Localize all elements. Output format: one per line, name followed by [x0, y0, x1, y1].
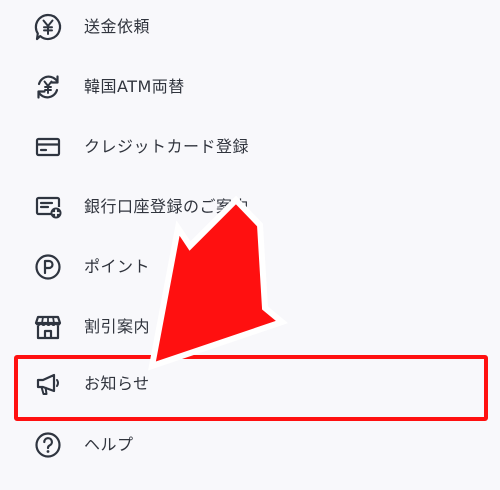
menu-item-discount-guide[interactable]: 割引案内	[0, 297, 500, 357]
menu-item-label: 銀行口座登録のご案内	[84, 197, 250, 216]
menu-item-korea-atm-exchange[interactable]: 韓国ATM両替	[0, 57, 500, 117]
menu-item-announcements[interactable]: お知らせ	[0, 354, 500, 414]
menu-item-label: 韓国ATM両替	[84, 77, 185, 96]
menu-item-points[interactable]: ポイント	[0, 237, 500, 297]
shop-icon	[33, 312, 63, 342]
menu-item-remittance-request[interactable]: 送金依頼	[0, 0, 500, 57]
menu-item-bank-account-guide[interactable]: 銀行口座登録のご案内	[0, 177, 500, 237]
menu-item-credit-card-registration[interactable]: クレジットカード登録	[0, 117, 500, 177]
menu-item-label: ポイント	[84, 257, 151, 276]
points-icon	[33, 252, 63, 282]
menu-item-label: クレジットカード登録	[84, 137, 250, 156]
menu-item-label: 送金依頼	[84, 17, 151, 36]
yen-coin-icon	[33, 12, 63, 42]
menu-item-label: ヘルプ	[84, 435, 134, 454]
menu-item-help[interactable]: ヘルプ	[0, 415, 500, 475]
credit-card-icon	[33, 132, 63, 162]
menu-list: 送金依頼 韓国ATM両替 クレジットカード登録 銀行口座登録のご案内 ポイント …	[0, 0, 500, 490]
help-icon	[33, 430, 63, 460]
bank-card-add-icon	[33, 192, 63, 222]
menu-item-label: お知らせ	[84, 374, 150, 393]
yen-exchange-icon	[33, 72, 63, 102]
menu-item-label: 割引案内	[84, 317, 151, 336]
megaphone-icon	[33, 369, 63, 399]
